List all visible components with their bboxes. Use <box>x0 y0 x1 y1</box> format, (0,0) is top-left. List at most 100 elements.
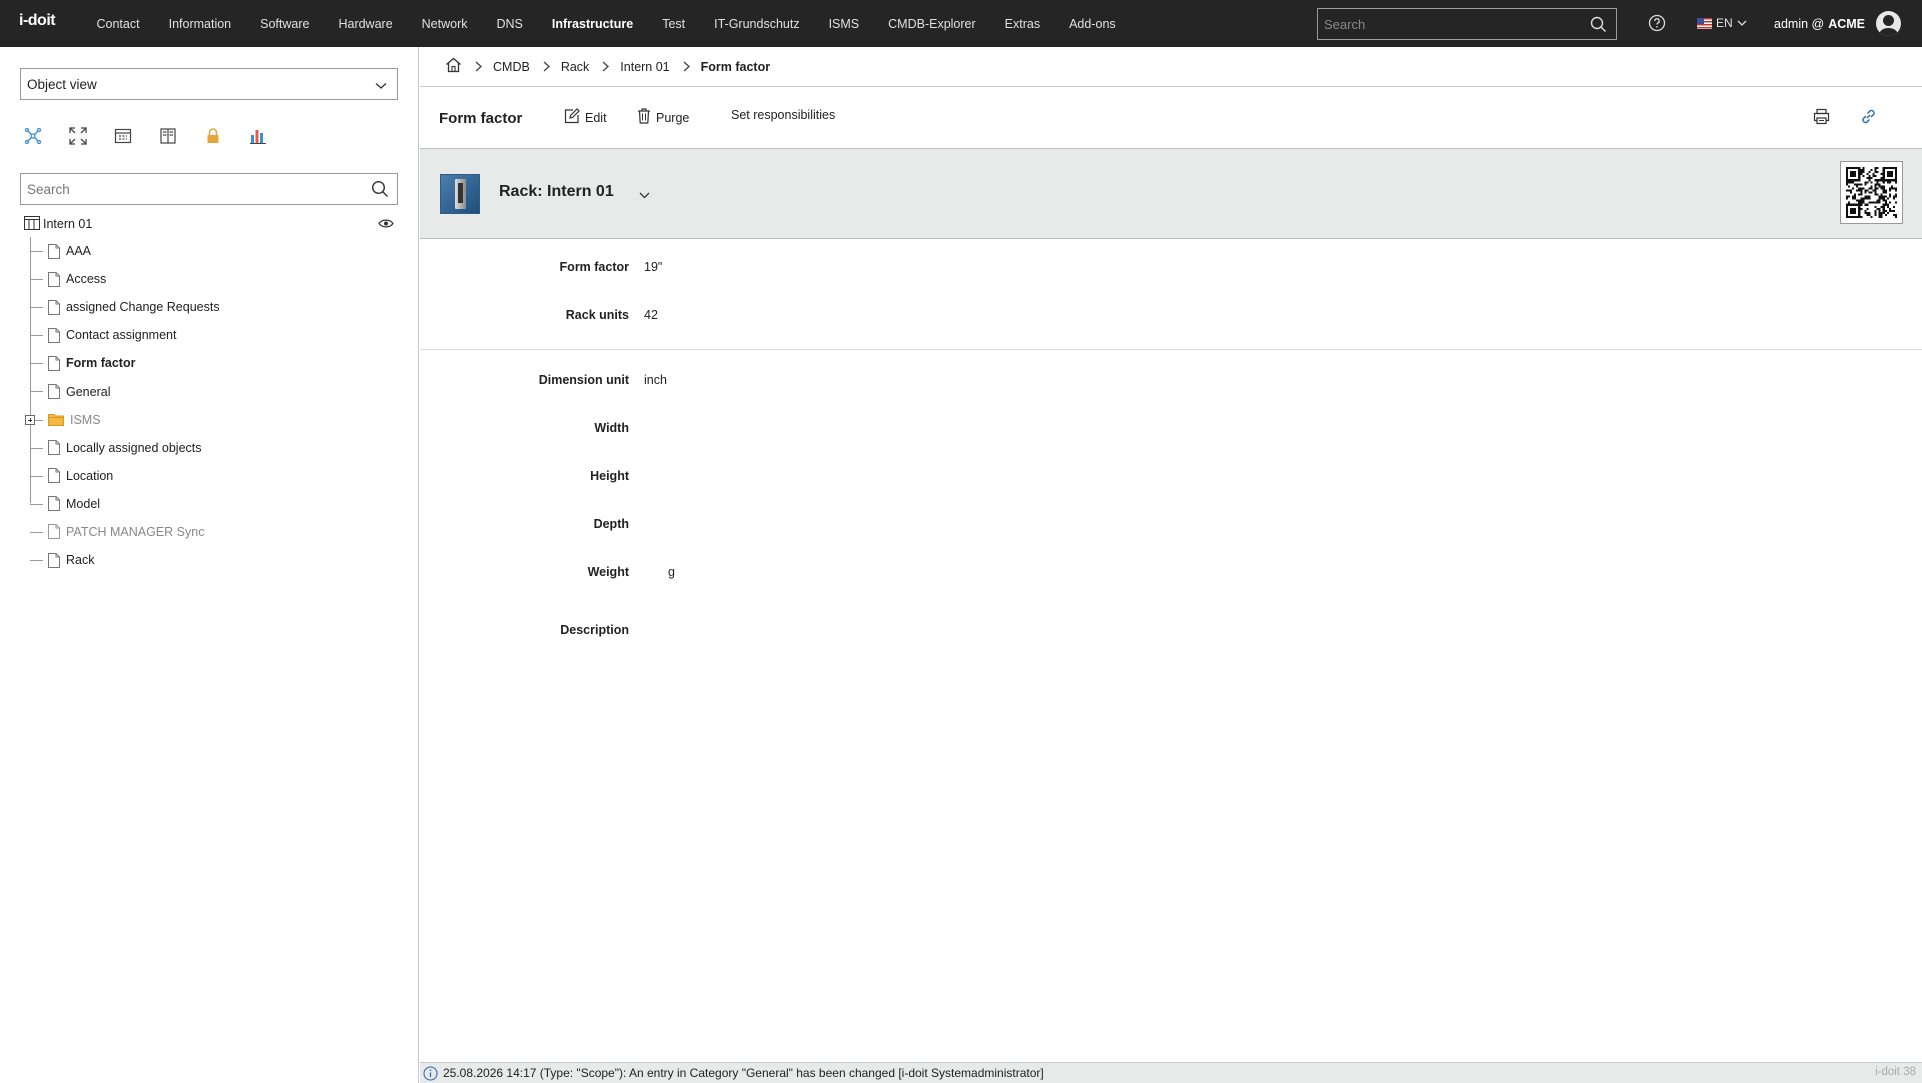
nav-software[interactable]: Software <box>246 17 324 31</box>
object-title: Rack: Intern 01 <box>499 183 614 200</box>
field-height: Height <box>420 469 1922 489</box>
trash-icon <box>637 108 651 127</box>
purge-button[interactable]: Purge <box>637 108 689 127</box>
avatar[interactable] <box>1876 11 1901 36</box>
nav-cmdb-explorer[interactable]: CMDB-Explorer <box>874 17 991 31</box>
relations-graph-icon[interactable] <box>24 125 69 147</box>
tree-root-label: Intern 01 <box>43 217 93 231</box>
chevron-right-icon <box>543 61 550 72</box>
eye-icon[interactable] <box>378 217 394 232</box>
tree-item-label: Model <box>66 496 101 511</box>
view-select[interactable]: Object view <box>20 68 398 100</box>
calendar-icon[interactable] <box>114 125 159 147</box>
chevron-down-icon <box>1737 16 1747 30</box>
view-select-value: Object view <box>27 76 97 92</box>
nav-hardware[interactable]: Hardware <box>324 17 407 31</box>
document-icon <box>48 524 60 540</box>
document-icon <box>48 299 60 315</box>
tree-item-aaa[interactable]: AAA <box>24 237 220 265</box>
nav-it-grundschutz[interactable]: IT-Grundschutz <box>700 17 814 31</box>
tree-item-label: AAA <box>66 244 92 259</box>
breadcrumb-cmdb[interactable]: CMDB <box>493 60 530 74</box>
help-icon[interactable] <box>1648 14 1666 35</box>
tree-item-change-requests[interactable]: assigned Change Requests <box>24 293 220 321</box>
user-name: admin @ <box>1774 17 1825 31</box>
tree-item-general[interactable]: General <box>24 377 220 405</box>
tree-item-contact-assignment[interactable]: Contact assignment <box>24 321 220 349</box>
tree-item-label: PATCH MANAGER Sync <box>66 524 205 539</box>
qr-code[interactable] <box>1840 161 1903 224</box>
expand-icon[interactable] <box>69 125 114 147</box>
qr-code-image <box>1846 167 1897 218</box>
folder-icon <box>48 413 64 427</box>
nav-add-ons[interactable]: Add-ons <box>1055 17 1131 31</box>
nav-isms[interactable]: ISMS <box>814 17 874 31</box>
expand-plus-icon[interactable] <box>25 414 35 425</box>
tree-search-input[interactable] <box>21 174 361 204</box>
main-nav: Contact Information Software Hardware Ne… <box>82 0 1130 47</box>
tree-item-label: General <box>66 384 111 399</box>
rack-table-icon <box>24 215 40 234</box>
printer-icon[interactable] <box>1813 108 1830 128</box>
language-selector[interactable]: EN <box>1697 16 1747 30</box>
section-divider <box>420 349 1922 350</box>
tree-item-location[interactable]: Location <box>24 462 220 490</box>
edit-button[interactable]: Edit <box>564 108 607 127</box>
search-icon[interactable] <box>371 180 389 201</box>
chevron-right-icon <box>602 61 610 72</box>
document-icon <box>48 468 60 484</box>
tree-item-rack[interactable]: Rack <box>24 546 220 574</box>
search-icon[interactable] <box>1590 16 1607 36</box>
category-tree: AAA Access assigned Change Requests Cont… <box>24 237 220 574</box>
field-label: Description <box>560 623 629 637</box>
logo[interactable]: i-doit <box>19 12 56 30</box>
top-navigation-bar: i-doit Contact Information Software Hard… <box>0 0 1922 47</box>
bar-chart-icon[interactable] <box>249 125 294 147</box>
tree-item-isms[interactable]: ISMS <box>24 406 220 434</box>
language-label: EN <box>1716 16 1733 30</box>
field-dimension-unit: Dimension unit inch <box>420 373 1922 393</box>
field-description: Description <box>420 623 1922 643</box>
document-icon <box>48 243 60 259</box>
field-label: Weight <box>587 565 629 579</box>
tree-item-access[interactable]: Access <box>24 265 220 293</box>
tree-item-label: assigned Change Requests <box>66 300 220 315</box>
nav-dns[interactable]: DNS <box>482 17 537 31</box>
chevron-right-icon <box>475 61 482 72</box>
user-menu[interactable]: admin @ ACME <box>1774 17 1865 31</box>
chevron-down-icon <box>375 78 387 93</box>
field-label: Form factor <box>559 260 629 274</box>
chevron-right-icon <box>683 61 690 72</box>
document-icon <box>48 552 60 568</box>
tree-item-patch-manager-sync[interactable]: PATCH MANAGER Sync <box>24 518 220 546</box>
nav-contact[interactable]: Contact <box>82 17 154 31</box>
breadcrumb-rack[interactable]: Rack <box>561 60 589 74</box>
version-label: i-doit 38 <box>1875 1066 1916 1078</box>
lock-icon[interactable] <box>204 125 249 147</box>
nav-network[interactable]: Network <box>407 17 482 31</box>
link-icon[interactable] <box>1860 108 1877 128</box>
tree-item-locally-assigned-objects[interactable]: Locally assigned objects <box>24 434 220 462</box>
global-search-input[interactable] <box>1318 9 1573 39</box>
breadcrumb-object[interactable]: Intern 01 <box>620 60 669 74</box>
nav-information[interactable]: Information <box>154 17 246 31</box>
us-flag-icon <box>1697 17 1712 29</box>
nav-infrastructure[interactable]: Infrastructure <box>537 17 647 31</box>
nav-extras[interactable]: Extras <box>990 17 1054 31</box>
field-label: Height <box>590 469 629 483</box>
field-value: inch <box>644 373 667 387</box>
home-icon[interactable] <box>445 57 462 76</box>
edit-icon <box>564 108 580 127</box>
book-icon[interactable] <box>159 125 204 147</box>
tree-item-label: Contact assignment <box>66 328 177 343</box>
tree-root-object[interactable]: Intern 01 <box>24 214 394 234</box>
chevron-down-icon[interactable] <box>639 187 650 202</box>
tree-item-label: Access <box>66 272 107 287</box>
field-label: Depth <box>593 517 629 531</box>
set-responsibilities-button[interactable]: Set responsibilities <box>731 108 835 122</box>
nav-test[interactable]: Test <box>648 17 700 31</box>
tree-item-label: ISMS <box>70 412 101 427</box>
document-icon <box>48 384 60 400</box>
tree-item-model[interactable]: Model <box>24 490 220 518</box>
tree-item-form-factor[interactable]: Form factor <box>24 349 220 377</box>
